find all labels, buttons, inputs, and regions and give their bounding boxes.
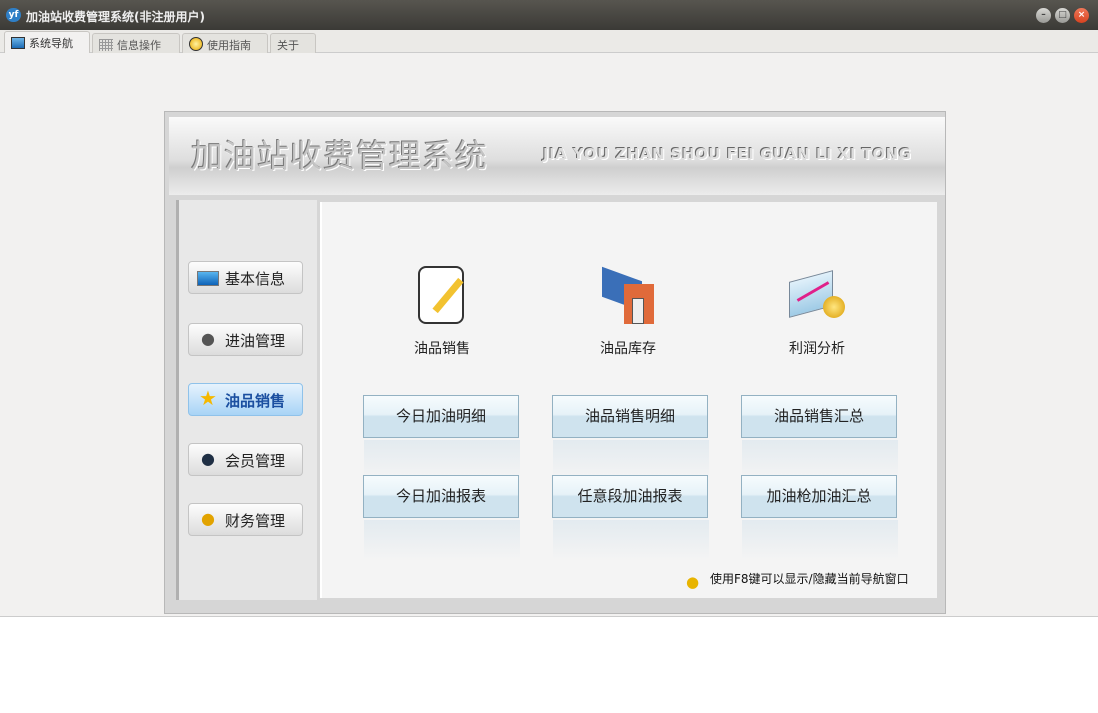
tab-label: 信息操作: [117, 39, 161, 52]
minimize-button[interactable]: –: [1036, 8, 1051, 23]
chart-coins-icon: [789, 266, 845, 328]
edit-icon: [414, 266, 470, 328]
warehouse-icon: [600, 266, 656, 328]
module-label: 油品销售: [414, 341, 470, 357]
module-label: 利润分析: [789, 341, 845, 357]
module-fuel-inventory[interactable]: 油品库存: [558, 266, 698, 358]
sidebar-item-members[interactable]: ● 会员管理: [188, 443, 303, 476]
fuel-sales-summary-button[interactable]: 油品销售汇总: [741, 395, 898, 480]
tab-label: 关于: [277, 39, 299, 52]
fuel-sales-detail-button[interactable]: 油品销售明细: [552, 395, 709, 480]
tab-system-navigation[interactable]: 系统导航: [4, 31, 90, 53]
tab-info-operations[interactable]: 信息操作: [92, 33, 180, 53]
monitor-icon: [11, 37, 25, 49]
user-hint-icon: ●: [686, 573, 700, 591]
tab-bar: 系统导航 信息操作 使用指南 关于: [0, 30, 1098, 53]
hint-text: 使用F8键可以显示/隐藏当前导航窗口: [710, 572, 909, 586]
module-fuel-sales[interactable]: 油品销售: [372, 266, 512, 358]
today-fuel-detail-button[interactable]: 今日加油明细: [363, 395, 520, 480]
app-logo-icon: yf: [6, 8, 21, 22]
coins-icon: ●: [201, 509, 215, 528]
sidebar-item-basic-info[interactable]: 基本信息: [188, 261, 303, 294]
help-icon: [189, 37, 203, 51]
monitor-icon: [197, 271, 219, 286]
sidebar-item-label: 基本信息: [225, 270, 286, 288]
tab-user-guide[interactable]: 使用指南: [182, 33, 268, 53]
user-icon: ●: [201, 329, 215, 348]
person-suit-icon: ●: [201, 449, 215, 468]
sidebar-item-fuel-sales[interactable]: ★ 油品销售: [188, 383, 303, 416]
sidebar-item-finance[interactable]: ● 财务管理: [188, 503, 303, 536]
tab-label: 使用指南: [207, 39, 251, 52]
title-bar: yf 加油站收费管理系统(非注册用户) – □ ×: [0, 0, 1098, 30]
module-label: 油品库存: [600, 341, 656, 357]
hint-text-row: ● 使用F8键可以显示/隐藏当前导航窗口: [686, 570, 909, 591]
sidebar-item-label: 油品销售: [225, 392, 286, 410]
panel-header: 加油站收费管理系统 JIA YOU ZHAN SHOU FEI GUAN LI …: [169, 117, 945, 195]
sidebar-item-label: 进油管理: [225, 332, 286, 350]
sidebar-item-fuel-intake[interactable]: ● 进油管理: [188, 323, 303, 356]
close-button[interactable]: ×: [1074, 8, 1089, 23]
period-fuel-report-button[interactable]: 任意段加油报表: [552, 475, 709, 560]
grid-icon: [99, 39, 113, 51]
module-profit-analysis[interactable]: 利润分析: [747, 266, 887, 358]
header-title: 加油站收费管理系统: [191, 137, 489, 175]
tab-about[interactable]: 关于: [270, 33, 316, 53]
maximize-button[interactable]: □: [1055, 8, 1070, 23]
today-fuel-report-button[interactable]: 今日加油报表: [363, 475, 520, 560]
sidebar-item-label: 会员管理: [225, 452, 286, 470]
sidebar-item-label: 财务管理: [225, 512, 286, 530]
header-subtitle: JIA YOU ZHAN SHOU FEI GUAN LI XI TONG: [543, 145, 912, 163]
tab-label: 系统导航: [29, 37, 73, 50]
window-title: 加油站收费管理系统(非注册用户): [26, 10, 205, 24]
nozzle-fuel-summary-button[interactable]: 加油枪加油汇总: [741, 475, 898, 560]
star-icon: ★: [199, 386, 217, 410]
